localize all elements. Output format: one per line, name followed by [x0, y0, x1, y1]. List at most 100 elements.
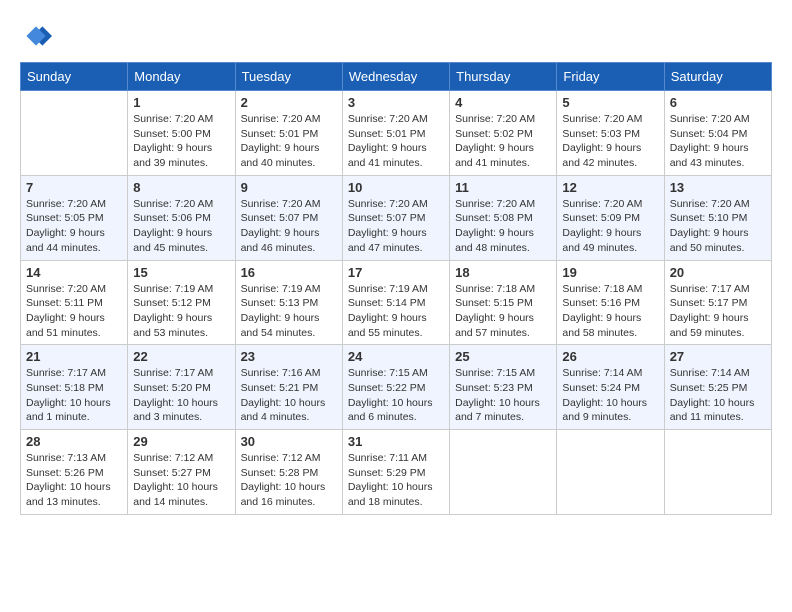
calendar-cell: 21Sunrise: 7:17 AMSunset: 5:18 PMDayligh…: [21, 345, 128, 430]
calendar-cell: [664, 430, 771, 515]
calendar-week-row: 1 Sunrise: 7:20 AMSunset: 5:00 PMDaylight…: [21, 91, 772, 176]
calendar-cell: 5 Sunrise: 7:20 AMSunset: 5:03 PMDaylight…: [557, 91, 664, 176]
calendar-cell: 14 Sunrise: 7:20 AMSunset: 5:11 PMDayligh…: [21, 260, 128, 345]
day-info: Sunrise: 7:20 AMSunset: 5:10 PMDaylight:…: [670, 197, 766, 256]
calendar-cell: 28 Sunrise: 7:13 AMSunset: 5:26 PMDayligh…: [21, 430, 128, 515]
calendar-table: SundayMondayTuesdayWednesdayThursdayFrid…: [20, 62, 772, 515]
calendar-cell: 15 Sunrise: 7:19 AMSunset: 5:12 PMDayligh…: [128, 260, 235, 345]
day-of-week-header: Wednesday: [342, 63, 449, 91]
calendar-cell: 30 Sunrise: 7:12 AMSunset: 5:28 PMDayligh…: [235, 430, 342, 515]
day-info: Sunrise: 7:17 AMSunset: 5:17 PMDaylight:…: [670, 282, 766, 341]
day-number: 29: [133, 434, 229, 449]
day-number: 24: [348, 349, 444, 364]
calendar-cell: 10 Sunrise: 7:20 AMSunset: 5:07 PMDayligh…: [342, 175, 449, 260]
day-of-week-header: Tuesday: [235, 63, 342, 91]
day-info: Sunrise: 7:20 AMSunset: 5:07 PMDaylight:…: [241, 197, 337, 256]
day-info: Sunrise: 7:17 AMSunset: 5:20 PMDaylight:…: [133, 366, 229, 425]
day-info: Sunrise: 7:14 AMSunset: 5:25 PMDaylight:…: [670, 366, 766, 425]
day-info: Sunrise: 7:12 AMSunset: 5:27 PMDaylight:…: [133, 451, 229, 510]
day-info: Sunrise: 7:18 AMSunset: 5:15 PMDaylight:…: [455, 282, 551, 341]
calendar-cell: 24Sunrise: 7:15 AMSunset: 5:22 PMDayligh…: [342, 345, 449, 430]
calendar-cell: 9 Sunrise: 7:20 AMSunset: 5:07 PMDaylight…: [235, 175, 342, 260]
day-number: 7: [26, 180, 122, 195]
day-number: 2: [241, 95, 337, 110]
calendar-cell: 17 Sunrise: 7:19 AMSunset: 5:14 PMDayligh…: [342, 260, 449, 345]
day-info: Sunrise: 7:16 AMSunset: 5:21 PMDaylight:…: [241, 366, 337, 425]
day-of-week-header: Sunday: [21, 63, 128, 91]
day-number: 25: [455, 349, 551, 364]
calendar-cell: 1 Sunrise: 7:20 AMSunset: 5:00 PMDaylight…: [128, 91, 235, 176]
calendar-cell: 27 Sunrise: 7:14 AMSunset: 5:25 PMDayligh…: [664, 345, 771, 430]
day-number: 31: [348, 434, 444, 449]
page-header: [20, 20, 772, 52]
day-number: 21: [26, 349, 122, 364]
day-info: Sunrise: 7:13 AMSunset: 5:26 PMDaylight:…: [26, 451, 122, 510]
day-of-week-header: Monday: [128, 63, 235, 91]
calendar-header-row: SundayMondayTuesdayWednesdayThursdayFrid…: [21, 63, 772, 91]
calendar-cell: 20 Sunrise: 7:17 AMSunset: 5:17 PMDayligh…: [664, 260, 771, 345]
day-number: 15: [133, 265, 229, 280]
calendar-week-row: 7Sunrise: 7:20 AMSunset: 5:05 PMDaylight…: [21, 175, 772, 260]
day-info: Sunrise: 7:20 AMSunset: 5:09 PMDaylight:…: [562, 197, 658, 256]
day-number: 20: [670, 265, 766, 280]
day-number: 28: [26, 434, 122, 449]
day-number: 26: [562, 349, 658, 364]
day-number: 30: [241, 434, 337, 449]
calendar-cell: 2 Sunrise: 7:20 AMSunset: 5:01 PMDaylight…: [235, 91, 342, 176]
calendar-cell: 25 Sunrise: 7:15 AMSunset: 5:23 PMDayligh…: [450, 345, 557, 430]
calendar-cell: 3 Sunrise: 7:20 AMSunset: 5:01 PMDaylight…: [342, 91, 449, 176]
day-number: 23: [241, 349, 337, 364]
calendar-cell: 16Sunrise: 7:19 AMSunset: 5:13 PMDayligh…: [235, 260, 342, 345]
day-number: 16: [241, 265, 337, 280]
day-number: 18: [455, 265, 551, 280]
day-info: Sunrise: 7:11 AMSunset: 5:29 PMDaylight:…: [348, 451, 444, 510]
day-number: 10: [348, 180, 444, 195]
day-info: Sunrise: 7:20 AMSunset: 5:02 PMDaylight:…: [455, 112, 551, 171]
day-info: Sunrise: 7:19 AMSunset: 5:12 PMDaylight:…: [133, 282, 229, 341]
calendar-cell: 6Sunrise: 7:20 AMSunset: 5:04 PMDaylight…: [664, 91, 771, 176]
day-of-week-header: Saturday: [664, 63, 771, 91]
day-of-week-header: Friday: [557, 63, 664, 91]
day-number: 22: [133, 349, 229, 364]
day-number: 27: [670, 349, 766, 364]
day-number: 19: [562, 265, 658, 280]
day-number: 8: [133, 180, 229, 195]
day-info: Sunrise: 7:15 AMSunset: 5:23 PMDaylight:…: [455, 366, 551, 425]
day-info: Sunrise: 7:20 AMSunset: 5:07 PMDaylight:…: [348, 197, 444, 256]
day-number: 9: [241, 180, 337, 195]
day-number: 5: [562, 95, 658, 110]
day-info: Sunrise: 7:20 AMSunset: 5:08 PMDaylight:…: [455, 197, 551, 256]
calendar-cell: 4 Sunrise: 7:20 AMSunset: 5:02 PMDaylight…: [450, 91, 557, 176]
day-info: Sunrise: 7:20 AMSunset: 5:01 PMDaylight:…: [348, 112, 444, 171]
calendar-cell: 8Sunrise: 7:20 AMSunset: 5:06 PMDaylight…: [128, 175, 235, 260]
day-number: 3: [348, 95, 444, 110]
calendar-week-row: 21Sunrise: 7:17 AMSunset: 5:18 PMDayligh…: [21, 345, 772, 430]
calendar-cell: 31 Sunrise: 7:11 AMSunset: 5:29 PMDayligh…: [342, 430, 449, 515]
calendar-cell: 23 Sunrise: 7:16 AMSunset: 5:21 PMDayligh…: [235, 345, 342, 430]
calendar-cell: 19Sunrise: 7:18 AMSunset: 5:16 PMDayligh…: [557, 260, 664, 345]
day-info: Sunrise: 7:20 AMSunset: 5:11 PMDaylight:…: [26, 282, 122, 341]
logo-icon: [20, 20, 52, 52]
day-info: Sunrise: 7:20 AMSunset: 5:01 PMDaylight:…: [241, 112, 337, 171]
calendar-cell: [450, 430, 557, 515]
day-info: Sunrise: 7:20 AMSunset: 5:03 PMDaylight:…: [562, 112, 658, 171]
day-number: 4: [455, 95, 551, 110]
day-number: 11: [455, 180, 551, 195]
day-number: 17: [348, 265, 444, 280]
calendar-cell: [21, 91, 128, 176]
calendar-week-row: 14 Sunrise: 7:20 AMSunset: 5:11 PMDayligh…: [21, 260, 772, 345]
day-of-week-header: Thursday: [450, 63, 557, 91]
day-info: Sunrise: 7:19 AMSunset: 5:14 PMDaylight:…: [348, 282, 444, 341]
day-number: 13: [670, 180, 766, 195]
day-number: 1: [133, 95, 229, 110]
day-info: Sunrise: 7:20 AMSunset: 5:00 PMDaylight:…: [133, 112, 229, 171]
calendar-cell: 13 Sunrise: 7:20 AMSunset: 5:10 PMDayligh…: [664, 175, 771, 260]
day-number: 12: [562, 180, 658, 195]
calendar-cell: 7Sunrise: 7:20 AMSunset: 5:05 PMDaylight…: [21, 175, 128, 260]
day-number: 6: [670, 95, 766, 110]
day-info: Sunrise: 7:12 AMSunset: 5:28 PMDaylight:…: [241, 451, 337, 510]
calendar-cell: 12 Sunrise: 7:20 AMSunset: 5:09 PMDayligh…: [557, 175, 664, 260]
calendar-cell: 18 Sunrise: 7:18 AMSunset: 5:15 PMDayligh…: [450, 260, 557, 345]
day-number: 14: [26, 265, 122, 280]
calendar-cell: 22 Sunrise: 7:17 AMSunset: 5:20 PMDayligh…: [128, 345, 235, 430]
